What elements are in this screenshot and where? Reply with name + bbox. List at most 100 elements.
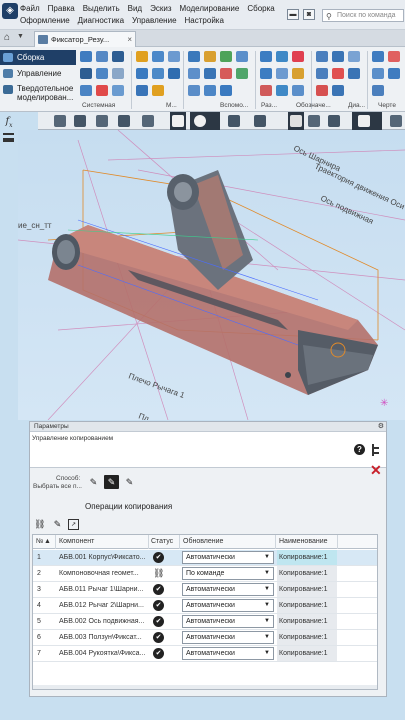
array-icon[interactable] xyxy=(168,51,180,62)
check-icon[interactable] xyxy=(316,68,328,79)
screenshot-icon[interactable]: ◙ xyxy=(303,9,315,20)
render-icon[interactable] xyxy=(254,115,266,127)
mate-icon[interactable] xyxy=(136,51,148,62)
orientation-icon[interactable] xyxy=(142,115,154,127)
row-name[interactable]: Копирование:1 xyxy=(277,598,337,613)
zoom-box-icon[interactable] xyxy=(54,115,66,127)
hole-icon[interactable] xyxy=(220,85,232,96)
group-label-designations[interactable]: Обозначе... xyxy=(296,102,331,109)
assembly-model[interactable]: Ось Шарнира Траектория движения Оси Ось … xyxy=(18,130,405,420)
rotate-view-icon[interactable] xyxy=(118,115,130,127)
gear-icon[interactable]: ⚙ xyxy=(378,422,384,431)
sketch-icon[interactable] xyxy=(188,51,200,62)
menu-view[interactable]: Вид xyxy=(128,4,142,13)
table-row[interactable]: 4 АБВ.012 Рычаг 2\Шарни... ✔ Автоматичес… xyxy=(33,598,377,614)
method-option-3-icon[interactable]: ✎ xyxy=(122,475,137,489)
table-icon[interactable] xyxy=(96,68,108,79)
layout-icon[interactable] xyxy=(388,68,400,79)
diagnostics-icon[interactable] xyxy=(332,51,344,62)
edit-icon[interactable]: ✎ xyxy=(52,519,63,530)
update-select[interactable]: Автоматически ▼ xyxy=(182,615,274,628)
constraint-icon[interactable] xyxy=(152,85,164,96)
formula-icon[interactable]: fx xyxy=(1,114,17,130)
trajectory-icon[interactable] xyxy=(204,85,216,96)
group-label-auxiliary[interactable]: Вспомо... xyxy=(220,102,248,109)
row-name[interactable]: Копирование:1 xyxy=(277,646,337,661)
model-viewport[interactable]: Ось Шарнира Траектория движения Оси Ось … xyxy=(18,130,405,420)
point-icon[interactable] xyxy=(236,51,248,62)
row-name[interactable]: Копирование:1 xyxy=(277,582,337,597)
weld-icon[interactable] xyxy=(260,85,272,96)
structure-icon[interactable] xyxy=(96,85,108,96)
row-name[interactable]: Копирование:1 xyxy=(277,566,337,581)
collision-icon[interactable] xyxy=(332,68,344,79)
chevron-down-icon[interactable]: ▼ xyxy=(17,33,24,40)
pan-icon[interactable] xyxy=(96,115,108,127)
open-window-icon[interactable]: ↗ xyxy=(68,519,79,530)
base-icon[interactable] xyxy=(292,85,304,96)
lighting-icon[interactable] xyxy=(308,115,320,127)
copy-icon[interactable] xyxy=(152,51,164,62)
menu-settings[interactable]: Настройка xyxy=(185,16,224,25)
view-icon[interactable] xyxy=(388,51,400,62)
menu-edit[interactable]: Правка xyxy=(48,4,75,13)
tree-icon[interactable] xyxy=(372,444,381,456)
section-icon[interactable] xyxy=(260,51,272,62)
plane-icon[interactable] xyxy=(204,51,216,62)
update-select[interactable]: Автоматически ▼ xyxy=(182,647,274,660)
section-view-icon[interactable] xyxy=(290,115,302,127)
column-header-component[interactable]: Компонент xyxy=(59,538,94,545)
close-icon[interactable]: × xyxy=(127,35,132,44)
mass-icon[interactable] xyxy=(348,68,360,79)
variables-icon[interactable] xyxy=(112,68,124,79)
menu-file[interactable]: Файл xyxy=(20,4,40,13)
row-name[interactable]: Копирование:1 xyxy=(277,614,337,629)
group-label-system[interactable]: Системная xyxy=(82,102,115,109)
text-icon[interactable] xyxy=(276,85,288,96)
sort-asc-icon[interactable]: ▲ xyxy=(44,538,51,545)
method-option-2-icon[interactable]: ✎ xyxy=(104,475,119,489)
explode-icon[interactable] xyxy=(188,85,200,96)
save-icon[interactable] xyxy=(112,51,124,62)
new-assembly-icon[interactable] xyxy=(80,51,92,62)
filter-icon[interactable] xyxy=(358,115,370,127)
horizontal-scrollbar[interactable] xyxy=(33,685,377,689)
mirror-icon[interactable] xyxy=(168,68,180,79)
update-select[interactable]: Автоматически ▼ xyxy=(182,551,274,564)
annotation-icon[interactable] xyxy=(292,51,304,62)
menu-sketch[interactable]: Эскиз xyxy=(150,4,171,13)
curve-icon[interactable] xyxy=(188,68,200,79)
analysis-icon[interactable] xyxy=(316,85,328,96)
group-label-m[interactable]: М... xyxy=(166,102,177,109)
ribbon-mode-solid-modeling[interactable]: Твердотельное моделирован... xyxy=(0,84,76,102)
menu-icon[interactable] xyxy=(3,133,14,142)
column-header-status[interactable]: Статус xyxy=(151,538,173,545)
group-label-diagnostics[interactable]: Диа... xyxy=(348,102,365,109)
table-row[interactable]: 3 АБВ.011 Рычаг 1\Шарни... ✔ Автоматичес… xyxy=(33,582,377,598)
properties-icon[interactable] xyxy=(80,85,92,96)
link-icon[interactable]: ⛓ xyxy=(34,519,45,530)
leader-icon[interactable] xyxy=(276,68,288,79)
column-header-update[interactable]: Обновление xyxy=(183,538,223,545)
update-select[interactable]: По команде ▼ xyxy=(182,567,274,580)
export-icon[interactable] xyxy=(372,85,384,96)
table-row[interactable]: 1 АБВ.001 Корпус\Фиксато... ✔ Автоматиче… xyxy=(33,550,377,566)
update-select[interactable]: Автоматически ▼ xyxy=(182,599,274,612)
menu-modeling[interactable]: Моделирование xyxy=(179,4,239,13)
group-label-drawing[interactable]: Черте xyxy=(378,102,396,109)
menu-manage[interactable]: Управление xyxy=(132,16,176,25)
ribbon-mode-assembly[interactable]: Сборка xyxy=(0,50,76,65)
roughness-icon[interactable] xyxy=(292,68,304,79)
table-row[interactable]: 7 АБВ.004 Рукоятка\Фикса... ✔ Автоматиче… xyxy=(33,646,377,662)
menu-diagnostics[interactable]: Диагностика xyxy=(78,16,124,25)
surface-icon[interactable] xyxy=(236,68,248,79)
add-component-icon[interactable] xyxy=(96,51,108,62)
zoom-icon[interactable] xyxy=(74,115,86,127)
ribbon-mode-manage[interactable]: Управление xyxy=(0,69,76,78)
menu-select[interactable]: Выделить xyxy=(83,4,120,13)
minimize-icon[interactable]: ▬ xyxy=(287,9,299,20)
app-logo-icon[interactable]: ◈ xyxy=(2,3,18,19)
compare-icon[interactable] xyxy=(332,85,344,96)
tab-document[interactable]: Фиксатор_Резу... × xyxy=(34,31,136,47)
fix-icon[interactable] xyxy=(136,85,148,96)
